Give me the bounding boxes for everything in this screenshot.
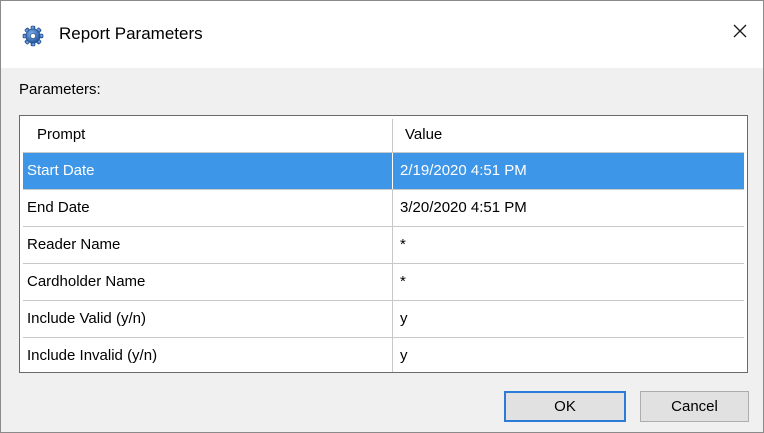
close-button[interactable] <box>717 1 763 65</box>
prompt-cell[interactable]: Include Valid (y/n) <box>23 301 393 337</box>
prompt-cell[interactable]: Cardholder Name <box>23 264 393 300</box>
table-row[interactable]: End Date 3/20/2020 4:51 PM <box>23 190 744 227</box>
value-cell[interactable]: 3/20/2020 4:51 PM <box>393 190 744 226</box>
table-row[interactable]: Reader Name * <box>23 227 744 264</box>
report-parameters-dialog: Report Parameters Parameters: Prompt Val… <box>0 0 764 433</box>
cancel-button[interactable]: Cancel <box>640 391 749 422</box>
table-row[interactable]: Start Date 2/19/2020 4:51 PM <box>23 153 744 190</box>
column-header-value[interactable]: Value <box>393 119 744 152</box>
value-cell[interactable]: * <box>393 227 744 263</box>
value-cell[interactable]: y <box>393 301 744 337</box>
column-header-prompt[interactable]: Prompt <box>23 119 393 152</box>
close-icon <box>732 23 748 43</box>
value-cell[interactable]: * <box>393 264 744 300</box>
parameters-label: Parameters: <box>19 81 101 98</box>
prompt-cell[interactable]: End Date <box>23 190 393 226</box>
value-cell[interactable]: y <box>393 338 744 372</box>
prompt-cell[interactable]: Reader Name <box>23 227 393 263</box>
title-bar: Report Parameters <box>1 1 763 68</box>
table-row[interactable]: Include Valid (y/n) y <box>23 301 744 338</box>
table-row[interactable]: Cardholder Name * <box>23 264 744 301</box>
window-title: Report Parameters <box>59 24 203 43</box>
table-row[interactable]: Include Invalid (y/n) y <box>23 338 744 372</box>
ok-button[interactable]: OK <box>504 391 626 422</box>
prompt-cell[interactable]: Start Date <box>23 153 393 189</box>
gear-icon <box>22 25 44 47</box>
grid-header-row: Prompt Value <box>23 119 744 153</box>
prompt-cell[interactable]: Include Invalid (y/n) <box>23 338 393 372</box>
parameters-grid[interactable]: Prompt Value Start Date 2/19/2020 4:51 P… <box>19 115 748 373</box>
value-cell[interactable]: 2/19/2020 4:51 PM <box>393 153 744 189</box>
